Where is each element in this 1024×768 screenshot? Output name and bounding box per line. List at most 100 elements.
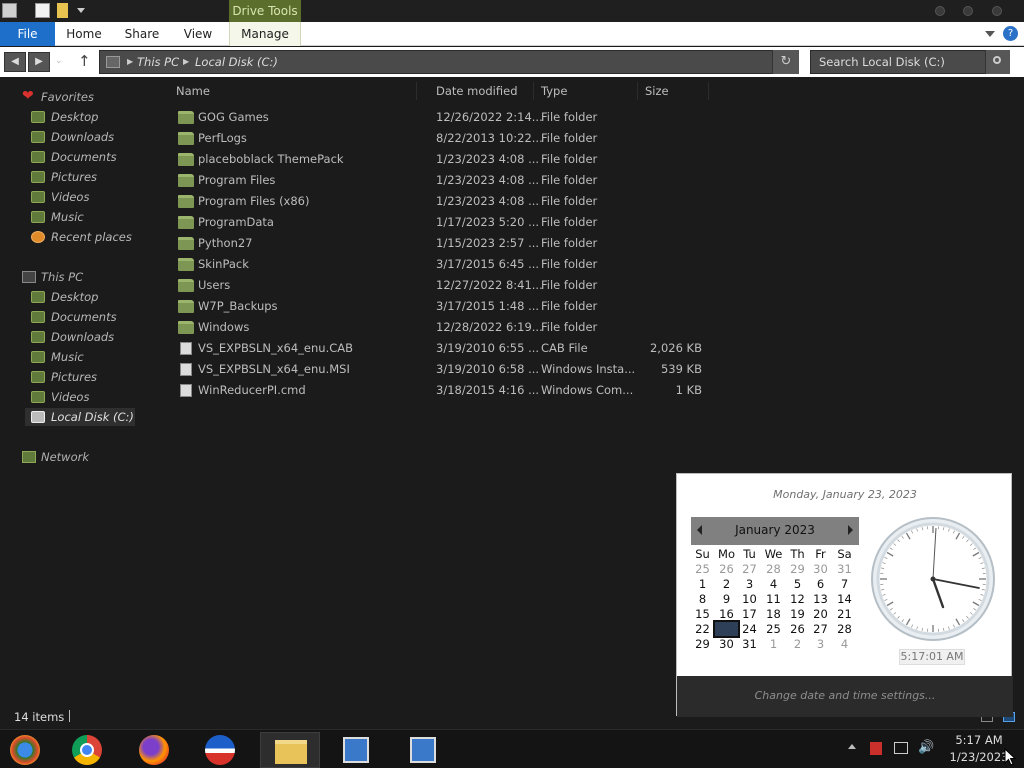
taskbar-file-explorer[interactable] <box>260 732 320 768</box>
window-icon[interactable] <box>2 3 17 18</box>
start-button[interactable] <box>0 732 58 768</box>
calendar-day[interactable]: 22 <box>691 622 714 636</box>
column-header-size[interactable]: Size <box>639 82 709 100</box>
calendar-day[interactable]: 2 <box>786 637 809 651</box>
calendar-day[interactable]: 9 <box>715 592 738 606</box>
volume-icon[interactable]: 🔊 <box>918 740 934 755</box>
column-header-name[interactable]: Name <box>170 82 417 100</box>
calendar-day[interactable]: 25 <box>691 562 714 576</box>
tab-home[interactable]: Home <box>62 22 106 46</box>
calendar-day[interactable]: 23 <box>713 620 740 638</box>
next-month-button[interactable] <box>848 525 853 535</box>
table-row[interactable]: Program Files (x86) 1/23/2023 4:08 ... Fil… <box>170 192 710 212</box>
table-row[interactable]: placeboblack ThemePack 1/23/2023 4:08 ...… <box>170 150 710 170</box>
calendar-day[interactable]: 10 <box>738 592 761 606</box>
calendar-day[interactable]: 14 <box>833 592 856 606</box>
calendar-day[interactable]: 31 <box>833 562 856 576</box>
nav-item-local-disk[interactable]: Local Disk (C:) <box>25 408 135 426</box>
calendar-day[interactable]: 2 <box>715 577 738 591</box>
calendar-day[interactable]: 8 <box>691 592 714 606</box>
maximize-button[interactable] <box>963 6 973 16</box>
tab-file[interactable]: File <box>0 22 55 46</box>
calendar-day[interactable]: 17 <box>738 607 761 621</box>
taskbar-installer-2[interactable] <box>394 732 454 768</box>
calendar-day[interactable]: 1 <box>762 637 785 651</box>
breadcrumb-local-disk[interactable]: Local Disk (C:) <box>195 55 278 69</box>
calendar-day[interactable]: 6 <box>809 577 832 591</box>
taskbar-chrome[interactable] <box>58 732 118 768</box>
calendar-day[interactable]: 5 <box>786 577 809 591</box>
calendar-day[interactable]: 3 <box>809 637 832 651</box>
table-row[interactable]: PerfLogs 8/22/2013 10:22... File folder <box>170 129 710 149</box>
calendar-day[interactable]: 19 <box>786 607 809 621</box>
calendar-day[interactable]: 4 <box>762 577 785 591</box>
network-tray-icon[interactable] <box>894 742 908 754</box>
recent-locations-icon[interactable]: ⌄ <box>55 56 63 66</box>
calendar-day[interactable]: 11 <box>762 592 785 606</box>
table-row[interactable]: VS_EXPBSLN_x64_enu.MSI 3/19/2010 6:58 ...… <box>170 360 710 380</box>
table-row[interactable]: GOG Games 12/26/2022 2:14... File folder <box>170 108 710 128</box>
calendar-day[interactable]: 27 <box>738 562 761 576</box>
search-box[interactable]: Search Local Disk (C:) <box>810 50 1010 74</box>
change-date-time-settings-link[interactable]: Change date and time settings... <box>677 689 1013 702</box>
column-header-type[interactable]: Type <box>535 82 638 100</box>
search-input[interactable]: Search Local Disk (C:) <box>819 55 945 69</box>
calendar-day[interactable]: 28 <box>833 622 856 636</box>
forward-button[interactable]: ▶ <box>28 52 50 72</box>
calendar-day[interactable]: 15 <box>691 607 714 621</box>
expand-ribbon-icon[interactable] <box>985 31 995 37</box>
address-bar[interactable]: ▶ This PC ▶ Local Disk (C:) ↻ <box>99 50 799 74</box>
calendar-day[interactable]: 12 <box>786 592 809 606</box>
calendar-day[interactable]: 29 <box>691 637 714 651</box>
calendar-month-title[interactable]: January 2023 <box>691 523 859 537</box>
calendar-day[interactable]: 13 <box>809 592 832 606</box>
refresh-button[interactable]: ↻ <box>772 50 799 74</box>
calendar-day[interactable]: 31 <box>738 637 761 651</box>
calendar-day[interactable]: 26 <box>715 562 738 576</box>
table-row[interactable]: W7P_Backups 3/17/2015 1:48 ... File folder <box>170 297 710 317</box>
table-row[interactable]: WinReducerPI.cmd 3/18/2015 4:16 ... Window… <box>170 381 710 401</box>
calendar-day[interactable]: 1 <box>691 577 714 591</box>
up-button[interactable]: ↑ <box>78 52 91 70</box>
calendar-day[interactable]: 26 <box>786 622 809 636</box>
calendar-day[interactable]: 24 <box>738 622 761 636</box>
calendar-day[interactable]: 16 <box>715 607 738 621</box>
breadcrumb-this-pc[interactable]: This PC <box>137 55 179 69</box>
calendar-day[interactable]: 28 <box>762 562 785 576</box>
calendar-day[interactable]: 18 <box>762 607 785 621</box>
taskbar-app-circle[interactable] <box>191 732 251 768</box>
tab-manage[interactable]: Manage <box>229 22 301 46</box>
back-button[interactable]: ◀ <box>4 52 26 72</box>
calendar-day[interactable]: 20 <box>809 607 832 621</box>
table-row[interactable]: Program Files 1/23/2023 4:08 ... File fold… <box>170 171 710 191</box>
properties-icon[interactable] <box>35 3 50 18</box>
new-folder-icon[interactable] <box>57 3 68 18</box>
table-row[interactable]: Python27 1/15/2023 2:57 ... File folder <box>170 234 710 254</box>
help-icon[interactable]: ? <box>1003 26 1018 41</box>
table-row[interactable]: Users 12/27/2022 8:41... File folder <box>170 276 710 296</box>
taskbar-firefox[interactable] <box>125 732 185 768</box>
calendar-day[interactable]: 30 <box>715 637 738 651</box>
tab-view[interactable]: View <box>178 22 218 46</box>
calendar-day[interactable]: 21 <box>833 607 856 621</box>
action-center-flag-icon[interactable] <box>870 742 882 755</box>
show-hidden-icons-button[interactable] <box>848 744 856 749</box>
table-row[interactable]: VS_EXPBSLN_x64_enu.CAB 3/19/2010 6:55 ...… <box>170 339 710 359</box>
calendar-day[interactable]: 4 <box>833 637 856 651</box>
calendar-day[interactable]: 7 <box>833 577 856 591</box>
calendar-day[interactable]: 30 <box>809 562 832 576</box>
close-button[interactable] <box>992 6 1002 16</box>
table-row[interactable]: ProgramData 1/17/2023 5:20 ... File folder <box>170 213 710 233</box>
calendar-day[interactable]: 27 <box>809 622 832 636</box>
column-header-date[interactable]: Date modified <box>430 82 534 100</box>
calendar-day[interactable]: 29 <box>786 562 809 576</box>
taskbar-installer-1[interactable] <box>327 732 387 768</box>
calendar-day[interactable]: 25 <box>762 622 785 636</box>
calendar-day[interactable]: 3 <box>738 577 761 591</box>
search-icon[interactable] <box>985 50 1010 74</box>
minimize-button[interactable] <box>935 6 945 16</box>
customize-toolbar-icon[interactable] <box>77 8 85 13</box>
table-row[interactable]: Windows 12/28/2022 6:19... File folder <box>170 318 710 338</box>
table-row[interactable]: SkinPack 3/17/2015 6:45 ... File folder <box>170 255 710 275</box>
tray-time[interactable]: 5:17 AM <box>944 733 1014 747</box>
